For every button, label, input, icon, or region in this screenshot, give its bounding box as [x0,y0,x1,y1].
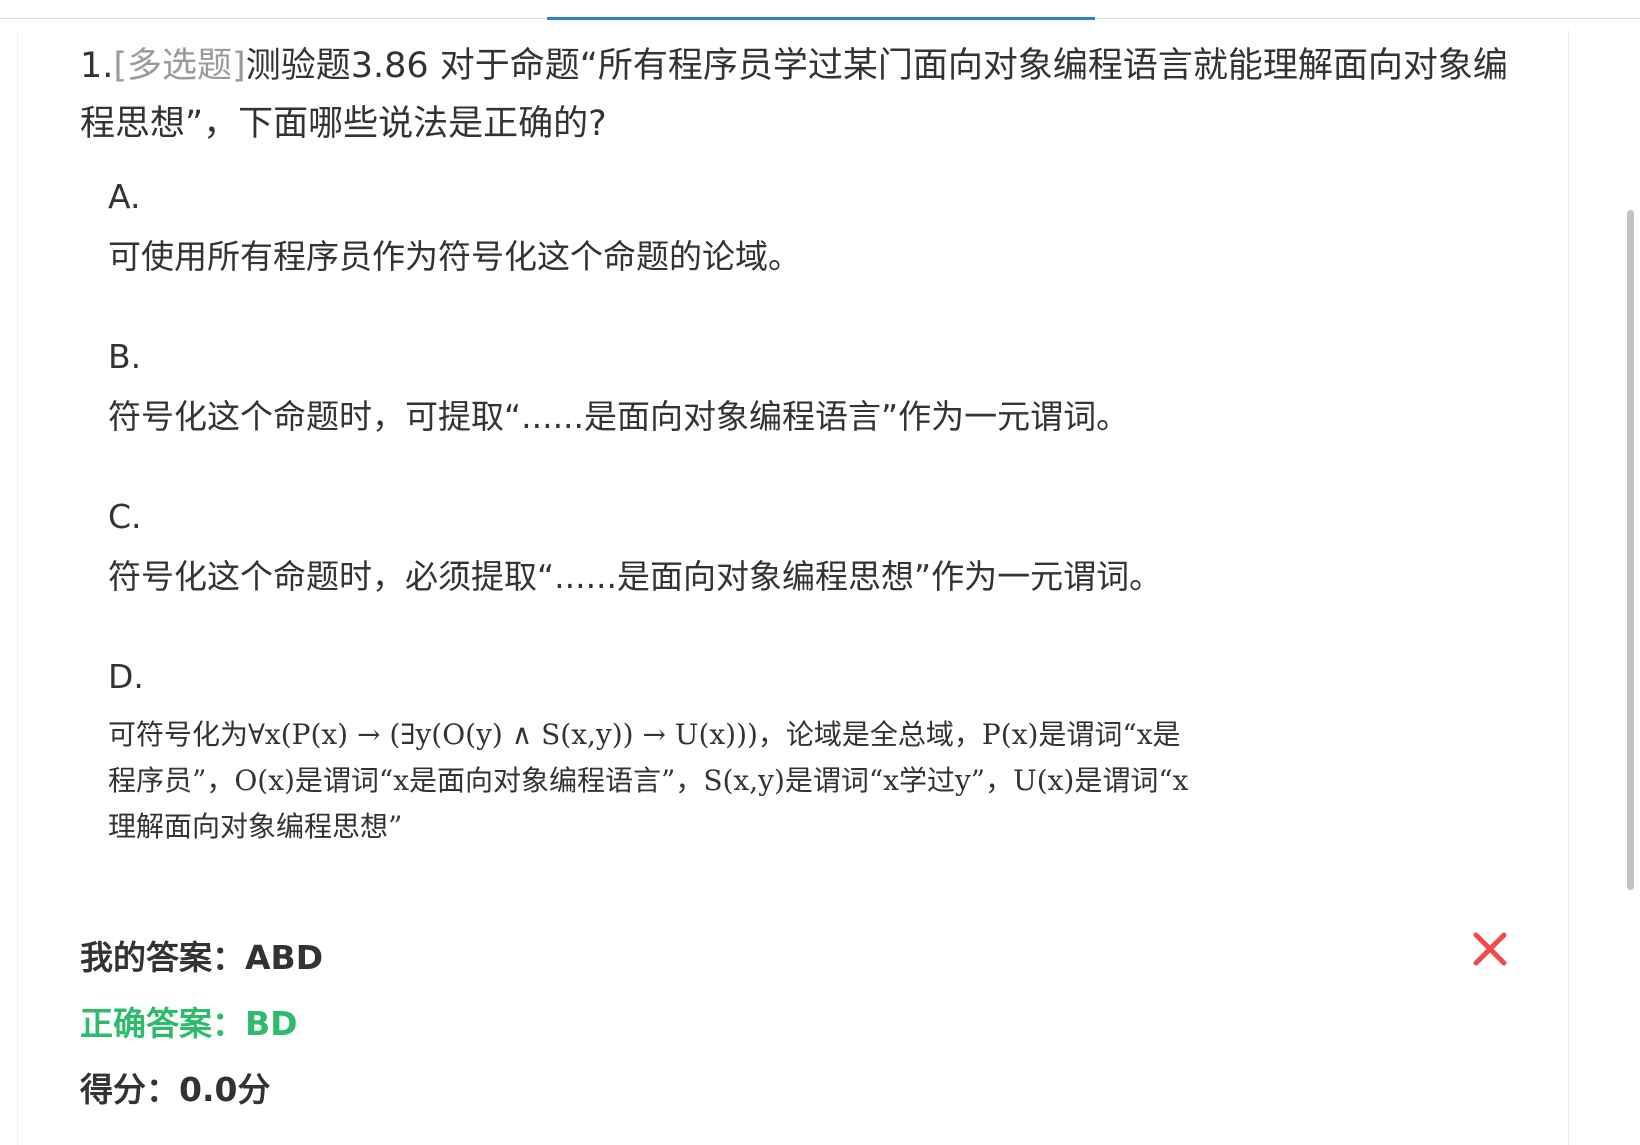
close-icon [1470,929,1510,969]
close-icon-glyph [1473,932,1507,966]
question-stem: 1.[多选题]测验题3.86 对于命题“所有程序员学过某门面向对象编程语言就能理… [80,37,1540,153]
active-tab-indicator [547,17,1095,20]
option-text: 符号化这个命题时，可提取“......是面向对象编程语言”作为一元谓词。 [108,397,1130,436]
option-d[interactable]: D. 可符号化为∀x(P(x) → (∃y(O(y) ∧ S(x,y)) → U… [108,648,1538,850]
option-list: A. 可使用所有程序员作为符号化这个命题的论域。 B. 符号化这个命题时，可提取… [108,168,1538,850]
card-border-right [1568,30,1569,1145]
scrollbar-thumb[interactable] [1627,210,1634,890]
question-text: 测验题3.86 对于命题“所有程序员学过某门面向对象编程语言就能理解面向对象编程… [80,46,1508,144]
option-text: 可使用所有程序员作为符号化这个命题的论域。 [108,237,801,276]
correct-answer: 正确答案：BD [80,1004,298,1043]
option-a[interactable]: A. 可使用所有程序员作为符号化这个命题的论域。 [108,168,1538,328]
question-number: 1. [80,46,114,86]
answer-summary: 我的答案：ABD 正确答案：BD 得分：0.0分 [80,925,323,1123]
option-c[interactable]: C. 符号化这个命题时，必须提取“......是面向对象编程思想”作为一元谓词。 [108,488,1538,648]
option-letter: A. [108,177,141,216]
score: 得分：0.0分 [80,1070,271,1109]
my-answer: 我的答案：ABD [80,938,324,977]
option-letter: D. [108,657,144,696]
question-type: [多选题] [113,46,246,86]
option-letter: B. [108,337,142,376]
option-letter: C. [108,497,142,536]
card-border-left [17,30,18,1145]
option-text: 符号化这个命题时，必须提取“......是面向对象编程思想”作为一元谓词。 [108,557,1163,596]
option-b[interactable]: B. 符号化这个命题时，可提取“......是面向对象编程语言”作为一元谓词。 [108,328,1538,488]
option-formula-text: 可符号化为∀x(P(x) → (∃y(O(y) ∧ S(x,y)) → U(x)… [108,718,1189,843]
